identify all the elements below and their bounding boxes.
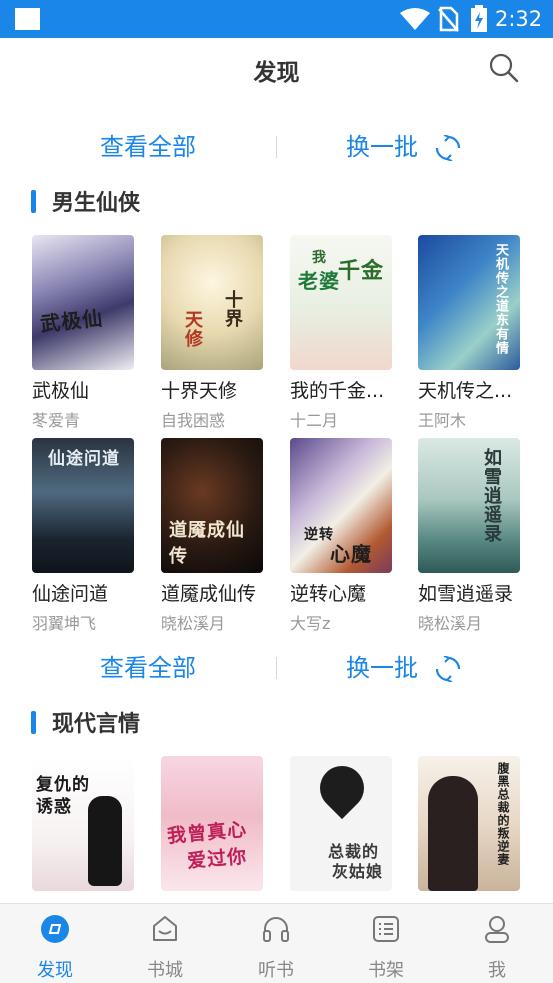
book-title: 仙途问道 bbox=[32, 583, 109, 605]
book-cover: 如雪逍遥录 bbox=[418, 438, 520, 573]
cover-title: 腹黑总裁的叛逆妻 bbox=[496, 762, 510, 866]
divider bbox=[276, 657, 277, 679]
cover-figure bbox=[428, 776, 478, 891]
nav-item-discover[interactable]: 发现 bbox=[0, 904, 110, 983]
book-cover: 逆转 心魔 bbox=[290, 438, 392, 573]
swap-batch-button[interactable]: 换一批 bbox=[346, 643, 418, 693]
section-marker bbox=[31, 190, 36, 213]
cover-title: 十界 bbox=[222, 290, 243, 328]
wifi-icon bbox=[400, 8, 430, 30]
search-icon[interactable] bbox=[488, 52, 520, 84]
profile-icon bbox=[485, 916, 509, 943]
book-cover: 仙途问道 bbox=[32, 438, 134, 573]
nav-label: 书架 bbox=[368, 960, 404, 981]
cover-title: 我 bbox=[312, 250, 327, 266]
cover-title: 天机传之道东有情 bbox=[493, 243, 508, 355]
book-title: 天机传之... bbox=[418, 380, 513, 402]
book-title: 十界天修 bbox=[161, 380, 238, 402]
nav-item-bookstore[interactable]: 书城 bbox=[110, 904, 220, 983]
view-all-button[interactable]: 查看全部 bbox=[100, 122, 196, 172]
book-cover: 我 老婆 千金 bbox=[290, 235, 392, 370]
action-row-1: 查看全部 换一批 bbox=[0, 122, 553, 172]
cover-title: 千金 bbox=[338, 259, 385, 284]
clock-time: 2:32 bbox=[495, 7, 543, 31]
book-title: 如雪逍遥录 bbox=[418, 583, 514, 605]
nav-label: 我 bbox=[488, 960, 506, 981]
section-title-romance: 现代言情 bbox=[0, 704, 553, 740]
book-title: 逆转心魔 bbox=[290, 583, 367, 605]
book-author: 自我困惑 bbox=[161, 411, 226, 430]
cover-title: 仙途问道 bbox=[48, 449, 120, 469]
cover-heart-balloon bbox=[310, 756, 374, 820]
book-card[interactable]: 复仇的诱惑 bbox=[32, 756, 136, 897]
page-title: 发现 bbox=[253, 60, 300, 86]
nav-label: 听书 bbox=[258, 960, 294, 981]
action-row-2: 查看全部 换一批 bbox=[0, 643, 553, 693]
book-author: 羽翼坤飞 bbox=[32, 614, 97, 633]
cover-title: 复仇的诱惑 bbox=[36, 775, 90, 817]
book-author: 晓松溪月 bbox=[418, 614, 483, 633]
book-card[interactable]: 天机传之道东有情 天机传之... 王阿木 bbox=[418, 235, 522, 431]
cover-title: 如雪逍遥录 bbox=[481, 448, 502, 543]
book-card[interactable]: 我曾真心 爱过你 bbox=[161, 756, 265, 897]
cover-title: 老婆 bbox=[298, 269, 340, 293]
cover-figure bbox=[88, 796, 122, 886]
headphones-icon bbox=[263, 917, 289, 942]
book-card[interactable]: 我 老婆 千金 我的千金... 十二月 bbox=[290, 235, 394, 431]
book-cover: 道魇成仙传 bbox=[161, 438, 263, 573]
nav-item-bookshelf[interactable]: 书架 bbox=[331, 904, 441, 983]
book-title: 我的千金... bbox=[290, 380, 385, 402]
book-author: 苳爱青 bbox=[32, 411, 81, 430]
cover-title: 爱过你 bbox=[186, 845, 248, 873]
cover-title: 灰姑娘 bbox=[332, 862, 384, 881]
view-all-button[interactable]: 查看全部 bbox=[100, 643, 196, 693]
book-cover: 天机传之道东有情 bbox=[418, 235, 520, 370]
book-cover: 腹黑总裁的叛逆妻 bbox=[418, 756, 520, 891]
refresh-icon[interactable] bbox=[435, 656, 461, 682]
book-cover: 武极仙 bbox=[32, 235, 134, 370]
book-card[interactable]: 武极仙 武极仙 苳爱青 bbox=[32, 235, 136, 431]
bookstore-icon bbox=[153, 916, 177, 941]
book-card[interactable]: 仙途问道 仙途问道 羽翼坤飞 bbox=[32, 438, 136, 634]
nav-label: 发现 bbox=[37, 960, 73, 981]
book-card[interactable]: 总裁的 灰姑娘 bbox=[290, 756, 394, 897]
nav-label: 书城 bbox=[147, 960, 183, 981]
notification-app-icon bbox=[15, 8, 40, 30]
book-card[interactable]: 逆转 心魔 逆转心魔 大写z bbox=[290, 438, 394, 634]
cover-title: 天修 bbox=[182, 310, 203, 348]
book-cover: 总裁的 灰姑娘 bbox=[290, 756, 392, 891]
section-title-text: 男生仙侠 bbox=[52, 191, 141, 216]
nav-item-profile[interactable]: 我 bbox=[442, 904, 552, 983]
book-author: 王阿木 bbox=[418, 411, 467, 430]
swap-batch-button[interactable]: 换一批 bbox=[346, 122, 418, 172]
divider bbox=[276, 136, 277, 158]
nav-item-audiobooks[interactable]: 听书 bbox=[221, 904, 331, 983]
refresh-icon[interactable] bbox=[435, 135, 461, 161]
section-title-text: 现代言情 bbox=[52, 712, 141, 737]
section-marker bbox=[31, 711, 36, 734]
cover-title: 武极仙 bbox=[39, 305, 105, 337]
discover-icon bbox=[41, 915, 69, 943]
cover-title: 道魇成仙传 bbox=[169, 520, 245, 567]
book-author: 大写z bbox=[290, 614, 331, 633]
cover-title: 心魔 bbox=[330, 542, 372, 566]
book-author: 十二月 bbox=[290, 411, 339, 430]
battery-charging-icon bbox=[471, 5, 487, 32]
section-title-xianxia: 男生仙侠 bbox=[0, 183, 553, 219]
book-title: 武极仙 bbox=[32, 380, 90, 402]
book-card[interactable]: 十界 天修 十界天修 自我困惑 bbox=[161, 235, 265, 431]
book-cover: 我曾真心 爱过你 bbox=[161, 756, 263, 891]
book-cover: 十界 天修 bbox=[161, 235, 263, 370]
book-author: 晓松溪月 bbox=[161, 614, 226, 633]
status-bar: 2:32 bbox=[0, 0, 553, 38]
book-card[interactable]: 腹黑总裁的叛逆妻 bbox=[418, 756, 522, 897]
bottom-navigation: 发现 书城 听书 书架 我 bbox=[0, 903, 553, 983]
book-title: 道魇成仙传 bbox=[161, 583, 257, 605]
book-card[interactable]: 如雪逍遥录 如雪逍遥录 晓松溪月 bbox=[418, 438, 522, 634]
bookshelf-icon bbox=[373, 916, 399, 942]
book-card[interactable]: 道魇成仙传 道魇成仙传 晓松溪月 bbox=[161, 438, 265, 634]
book-cover: 复仇的诱惑 bbox=[32, 756, 134, 891]
no-sim-icon bbox=[438, 6, 459, 32]
app-header: 发现 bbox=[0, 38, 553, 100]
